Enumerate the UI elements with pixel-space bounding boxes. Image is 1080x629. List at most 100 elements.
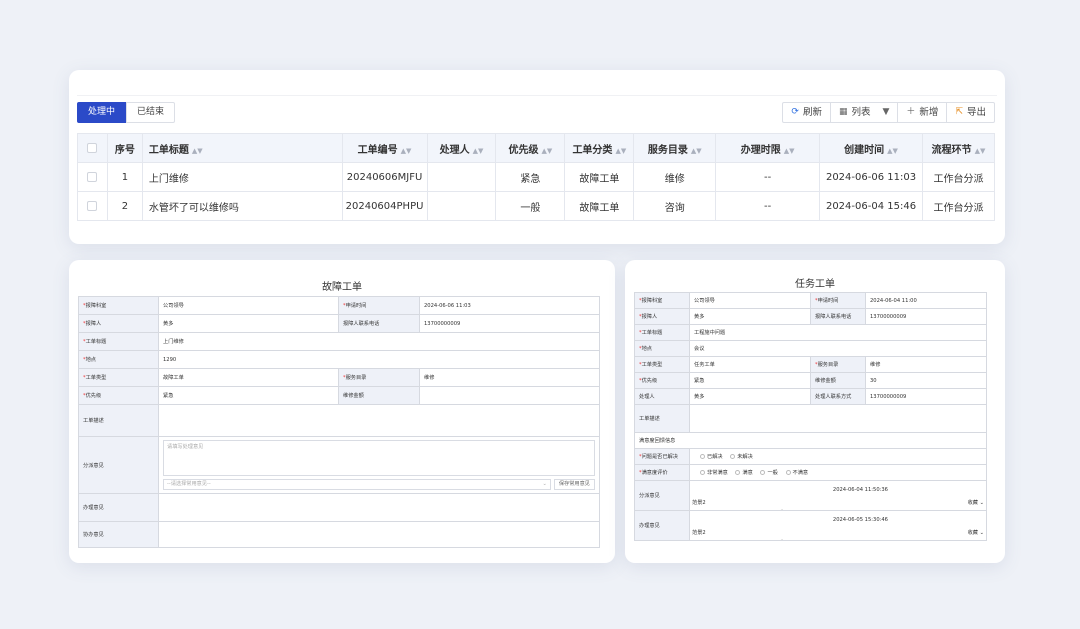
opinion-textarea[interactable]: 请填写处理意见 (163, 440, 595, 476)
radio-neutral[interactable] (760, 470, 766, 475)
list-view-button[interactable]: ▦ 列表 ▼ (830, 102, 899, 123)
row-select-cell (77, 162, 108, 192)
cell-limit: -- (715, 191, 821, 221)
dispatch-note: 范景2 收藏 ⌄ ℐ 2024-06-04 11:50:36 (689, 480, 987, 511)
field-label: 处理人联系方式 (810, 388, 866, 405)
priority-value[interactable]: 紧急 (689, 372, 811, 389)
sort-icon: ▲▼ (541, 146, 553, 155)
radio-satisfied[interactable] (735, 470, 741, 475)
field-label: *报障科室 (634, 292, 690, 309)
add-button[interactable]: ＋新增 (898, 102, 948, 123)
export-button[interactable]: ⇱ 导出 (947, 102, 995, 123)
reporter-value[interactable]: 黄多 (689, 308, 811, 325)
col-category[interactable]: 工单分类 ▲▼ (564, 133, 635, 163)
table-header: 序号 工单标题 ▲▼ 工单编号 ▲▼ 处理人 ▲▼ 优先级 ▲▼ 工单分类 ▲▼ 服务目录… (77, 133, 995, 163)
subject-value[interactable]: 工程施中问题 (689, 324, 987, 341)
handler-value[interactable]: 黄多 (689, 388, 811, 405)
tab-processing[interactable]: 处理中 (77, 102, 127, 123)
desc-value[interactable] (689, 404, 987, 433)
cell-category: 故障工单 (564, 162, 635, 192)
handle-value[interactable] (158, 493, 600, 522)
radio-unsolved[interactable] (730, 454, 736, 459)
phone-value[interactable]: 13700000009 (419, 314, 600, 333)
apply-time-value[interactable]: 2024-06-04 11:00 (865, 292, 987, 309)
tab-finished[interactable]: 已结束 (126, 102, 176, 123)
select-all-checkbox[interactable] (87, 142, 98, 153)
field-label: 维修金额 (810, 372, 866, 389)
col-code[interactable]: 工单编号 ▲▼ (341, 133, 428, 163)
plus-icon: ＋ (906, 107, 916, 117)
assist-value[interactable] (158, 521, 600, 548)
divider (77, 95, 997, 96)
cell-index: 1 (106, 162, 143, 192)
field-label: *服务目录 (338, 368, 420, 387)
col-priority[interactable]: 优先级 ▲▼ (495, 133, 566, 163)
type-value[interactable]: 故障工单 (158, 368, 339, 387)
cell-priority: 一般 (495, 191, 566, 221)
cell-step: 工作台分派 (922, 191, 995, 221)
col-step[interactable]: 流程环节 ▲▼ (922, 133, 995, 163)
field-label: *工单类型 (78, 368, 159, 387)
cell-created: 2024-06-04 15:46 (819, 191, 923, 221)
cell-index: 2 (106, 191, 143, 221)
grid-icon: ▦ (838, 107, 848, 117)
cell-title[interactable]: 上门维修 (141, 162, 343, 192)
cell-handler (426, 191, 497, 221)
amount-value[interactable] (419, 386, 600, 405)
table-row[interactable]: 1 上门维修 20240606MJFU 紧急 故障工单 维修 -- 2024-0… (77, 162, 995, 192)
place-value[interactable]: 会议 (689, 340, 987, 357)
field-label: *报障科室 (78, 296, 159, 315)
cell-service: 维修 (633, 162, 717, 192)
handler-phone-value[interactable]: 13700000009 (865, 388, 987, 405)
service-value[interactable]: 维修 (865, 356, 987, 373)
cell-step: 工作台分派 (922, 162, 995, 192)
sort-icon: ▲▼ (783, 146, 795, 155)
col-created[interactable]: 创建时间 ▲▼ (819, 133, 923, 163)
radio-unsatisfied[interactable] (785, 470, 791, 475)
note-action[interactable]: 收藏 ⌄ (968, 529, 984, 536)
col-limit[interactable]: 办理时限 ▲▼ (715, 133, 821, 163)
field-label: *工单标题 (634, 324, 690, 341)
phone-value[interactable]: 13700000009 (865, 308, 987, 325)
common-opinion-select[interactable]: --请选择常用意见-- ⌄ (163, 479, 551, 490)
sort-icon: ▲▼ (974, 146, 986, 155)
service-value[interactable]: 维修 (419, 368, 600, 387)
row-checkbox[interactable] (87, 171, 98, 182)
reporter-value[interactable]: 黄多 (158, 314, 339, 333)
col-index: 序号 (106, 133, 143, 163)
cell-title[interactable]: 水管坏了可以维修吗 (141, 191, 343, 221)
opinion-tools: --请选择常用意见-- ⌄ 保存常用意见 (163, 479, 595, 490)
amount-value[interactable]: 30 (865, 372, 987, 389)
dept-value[interactable]: 公司领导 (689, 292, 811, 309)
field-label: 工单描述 (634, 404, 690, 433)
desc-value[interactable] (158, 404, 600, 437)
cell-code: 20240604PHPU (341, 191, 428, 221)
table-row[interactable]: 2 水管坏了可以维修吗 20240604PHPU 一般 故障工单 咨询 -- 2… (77, 191, 995, 221)
row-select-cell (77, 191, 108, 221)
col-handler[interactable]: 处理人 ▲▼ (426, 133, 497, 163)
note-action[interactable]: 收藏 ⌄ (968, 499, 984, 506)
row-checkbox[interactable] (87, 200, 98, 211)
chevron-down-icon: ⌄ (542, 481, 547, 487)
cell-category: 故障工单 (564, 191, 635, 221)
sort-icon: ▲▼ (191, 146, 203, 155)
save-opinion-button[interactable]: 保存常用意见 (553, 479, 595, 490)
radio-very-satisfied[interactable] (700, 470, 705, 475)
form-title: 任务工单 (795, 279, 835, 290)
type-value[interactable]: 任务工单 (689, 356, 811, 373)
field-label: *地点 (78, 350, 159, 369)
solved-options: 已解决 未解决 (689, 448, 987, 465)
col-service[interactable]: 服务目录 ▲▼ (633, 133, 717, 163)
radio-solved[interactable] (700, 454, 705, 459)
dept-value[interactable]: 公司领导 (158, 296, 339, 315)
field-label: *申请时间 (810, 292, 866, 309)
field-label: 报障人联系电话 (810, 308, 866, 325)
col-title[interactable]: 工单标题 ▲▼ (141, 133, 343, 163)
place-value[interactable]: 1290 (158, 350, 600, 369)
priority-value[interactable]: 紧急 (158, 386, 339, 405)
refresh-button[interactable]: ⟳ 刷新 (782, 102, 831, 123)
sort-icon: ▲▼ (472, 146, 484, 155)
cell-priority: 紧急 (495, 162, 566, 192)
subject-value[interactable]: 上门维修 (158, 332, 600, 351)
apply-time-value[interactable]: 2024-06-06 11:03 (419, 296, 600, 315)
